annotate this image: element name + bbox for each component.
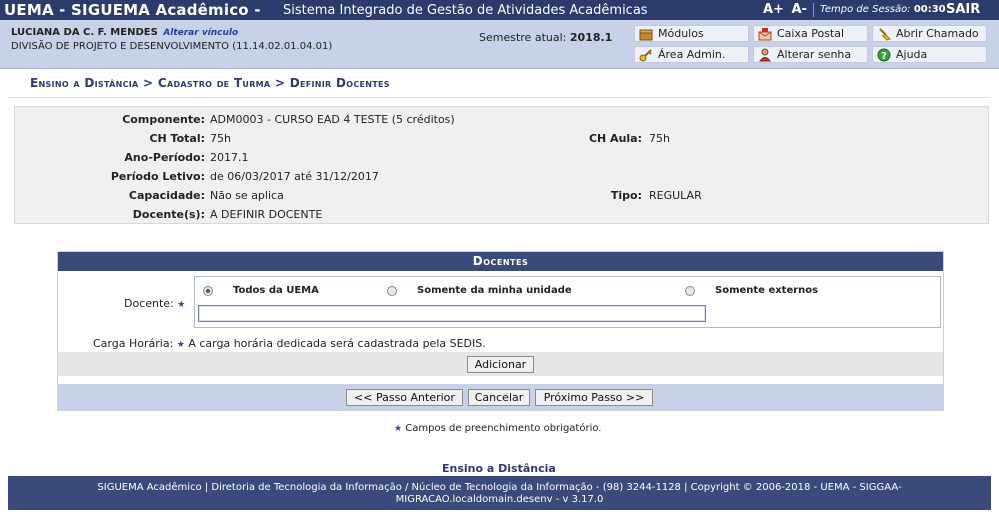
radio-unselected-icon — [685, 285, 695, 296]
required-star-icon: ★ — [177, 300, 186, 310]
user-info-bar: LUCIANA DA C. F. MENDES Alterar vínculo … — [0, 20, 999, 69]
ch-aula-value: 75h — [649, 132, 670, 145]
radio-unit-label: Somente da minha unidade — [417, 285, 572, 296]
ano-periodo-label: Ano-Período: — [124, 151, 205, 164]
previous-step-button[interactable]: << Passo Anterior — [346, 389, 463, 406]
admin-area-button[interactable]: Área Admin. — [634, 46, 749, 63]
footer-line-2: MIGRACAO.localdomain.desenv - v 3.17.0 — [395, 494, 604, 505]
mailbox-icon — [758, 27, 772, 41]
semester-label: Semestre atual: — [479, 31, 567, 44]
footer-line-1: SIGUEMA Acadêmico | Diretoria de Tecnolo… — [97, 482, 902, 493]
admin-area-label: Área Admin. — [658, 48, 726, 61]
system-name: UEMA - SIGUEMA Acadêmico - — [4, 1, 261, 19]
docentes-label: Docente(s): — [132, 208, 205, 221]
radio-external[interactable]: Somente externos — [685, 285, 818, 296]
top-bar: UEMA - SIGUEMA Acadêmico - Sistema Integ… — [0, 0, 999, 20]
user-key-icon — [758, 48, 772, 62]
broom-icon — [877, 27, 891, 41]
radio-selected-icon — [203, 285, 213, 296]
docente-selector: Todos da UEMA Somente da minha unidade S… — [194, 276, 941, 328]
font-controls: A+ A- — [763, 2, 810, 17]
ch-aula-label: CH Aula: — [588, 132, 642, 145]
footer-module-link[interactable]: Ensino a Distância — [442, 462, 556, 475]
logout-button[interactable]: SAIR — [946, 2, 980, 17]
help-button[interactable]: ? Ajuda — [872, 46, 987, 63]
carga-row: Carga Horária: ★ A carga horária dedicad… — [93, 337, 486, 350]
carga-text: A carga horária dedicada será cadastrada… — [188, 337, 486, 350]
open-ticket-button[interactable]: Abrir Chamado — [872, 25, 987, 42]
periodo-letivo-label: Período Letivo: — [110, 170, 205, 183]
change-password-button[interactable]: Alterar senha — [753, 46, 868, 63]
user-division: DIVISÃO DE PROJETO E DESENVOLVIMENTO (11… — [11, 41, 333, 52]
required-star-icon: ★ — [176, 340, 185, 350]
open-ticket-label: Abrir Chamado — [896, 27, 979, 40]
docente-input[interactable] — [198, 305, 706, 322]
componente-value: ADM0003 - CURSO EAD 4 TESTE (5 créditos) — [210, 113, 455, 126]
radio-external-label: Somente externos — [715, 285, 819, 296]
change-password-label: Alterar senha — [777, 48, 852, 61]
modules-button[interactable]: Módulos — [634, 25, 749, 42]
tipo-label: Tipo: — [610, 189, 642, 202]
form-title: Docentes — [58, 252, 943, 271]
mailbox-button[interactable]: Caixa Postal — [753, 25, 868, 42]
svg-text:?: ? — [881, 51, 887, 62]
carga-label: Carga Horária: — [93, 337, 174, 350]
add-bar: Adicionar — [58, 352, 943, 376]
box-icon — [639, 27, 653, 41]
docentes-value: A DEFINIR DOCENTE — [210, 208, 323, 221]
docente-label-wrap: Docente: ★ — [124, 297, 185, 310]
required-note-text: Campos de preenchimento obrigatório. — [405, 423, 602, 434]
componente-label: Componente: — [122, 113, 205, 126]
user-name-line: LUCIANA DA C. F. MENDES Alterar vínculo — [11, 27, 238, 38]
ch-total-value: 75h — [210, 132, 231, 145]
tipo-value: REGULAR — [649, 189, 702, 202]
docente-label: Docente: — [124, 297, 174, 310]
periodo-letivo-value: de 06/03/2017 até 31/12/2017 — [210, 170, 379, 183]
modules-label: Módulos — [658, 27, 704, 40]
capacidade-label: Capacidade: — [128, 189, 205, 202]
user-name: LUCIANA DA C. F. MENDES — [11, 27, 158, 38]
ano-periodo-value: 2017.1 — [210, 151, 249, 164]
session-label: Tempo de Sessão: — [820, 4, 911, 15]
system-subtitle: Sistema Integrado de Gestão de Atividade… — [283, 3, 648, 18]
required-star-icon: ★ — [394, 424, 403, 434]
semester-value: 2018.1 — [569, 31, 613, 44]
radio-all-uema[interactable]: Todos da UEMA — [203, 285, 319, 296]
ch-total-label: CH Total: — [149, 132, 205, 145]
next-step-button[interactable]: Próximo Passo >> — [535, 389, 653, 406]
session-time: 00:30 — [913, 4, 946, 15]
breadcrumb: Ensino a Distância > Cadastro de Turma >… — [30, 76, 390, 90]
radio-all-label: Todos da UEMA — [233, 285, 319, 296]
cancel-button[interactable]: Cancelar — [468, 389, 530, 406]
capacidade-value: Não se aplica — [210, 189, 284, 202]
divider — [8, 97, 991, 98]
current-semester: Semestre atual: 2018.1 — [479, 31, 612, 44]
footer: SIGUEMA Acadêmico | Diretoria de Tecnolo… — [8, 476, 991, 510]
docentes-form: Docentes Docente: ★ Todos da UEMA Soment… — [57, 251, 944, 411]
key-icon — [639, 48, 653, 62]
wizard-nav-bar: << Passo Anterior Cancelar Próximo Passo… — [58, 384, 943, 410]
font-decrease-button[interactable]: A- — [792, 2, 807, 17]
radio-my-unit[interactable]: Somente da minha unidade — [387, 285, 572, 296]
add-button[interactable]: Adicionar — [467, 356, 534, 373]
class-details-panel: Componente: ADM0003 - CURSO EAD 4 TESTE … — [14, 106, 989, 224]
radio-unselected-icon — [387, 285, 397, 296]
font-increase-button[interactable]: A+ — [763, 2, 784, 17]
help-icon: ? — [877, 48, 891, 62]
session-timer: Tempo de Sessão: 00:30 — [820, 4, 946, 15]
help-label: Ajuda — [896, 48, 928, 61]
required-note: ★ Campos de preenchimento obrigatório. — [394, 423, 601, 434]
change-link[interactable]: Alterar vínculo — [163, 28, 238, 38]
divider — [813, 3, 814, 17]
mailbox-label: Caixa Postal — [777, 27, 845, 40]
